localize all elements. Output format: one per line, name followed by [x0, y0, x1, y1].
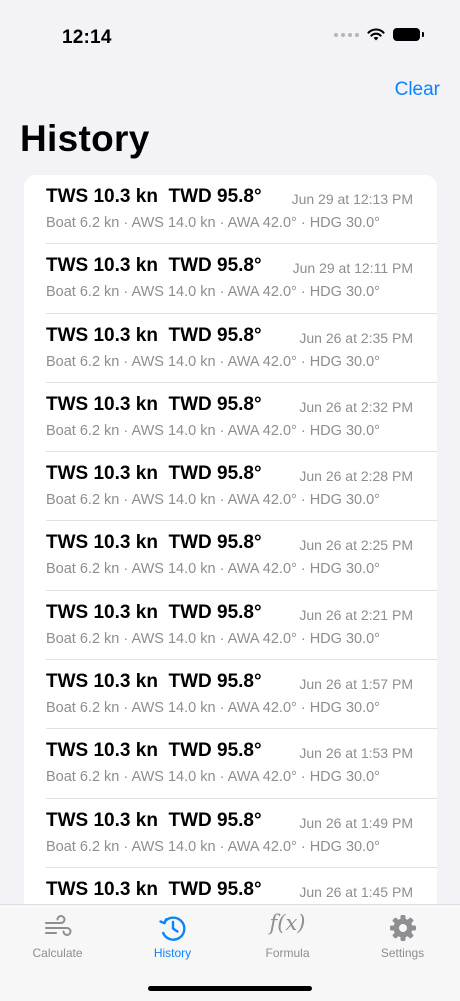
- tab-label: Calculate: [32, 946, 83, 960]
- history-row[interactable]: TWS 10.3 kn TWD 95.8° Jun 26 at 1:49 PM …: [24, 799, 437, 869]
- history-row-date: Jun 26 at 1:53 PM: [299, 745, 413, 762]
- history-row-subtitle: Boat 6.2 kn · AWS 14.0 kn · AWA 42.0° · …: [46, 422, 380, 439]
- cellular-signal-icon: [334, 32, 359, 37]
- history-row-title: TWS 10.3 kn TWD 95.8°: [46, 601, 262, 623]
- history-row[interactable]: TWS 10.3 kn TWD 95.8° Jun 26 at 1:53 PM …: [24, 729, 437, 799]
- history-row-subtitle: Boat 6.2 kn · AWS 14.0 kn · AWA 42.0° · …: [46, 284, 380, 301]
- history-row-date: Jun 29 at 12:13 PM: [291, 191, 413, 207]
- history-row-title: TWS 10.3 kn TWD 95.8°: [46, 393, 262, 415]
- history-row-date: Jun 26 at 2:21 PM: [299, 606, 413, 623]
- history-row-title: TWS 10.3 kn TWD 95.8°: [46, 463, 262, 485]
- history-row-subtitle: Boat 6.2 kn · AWS 14.0 kn · AWA 42.0° · …: [46, 700, 380, 717]
- history-row[interactable]: TWS 10.3 kn TWD 95.8° Jun 29 at 12:11 PM…: [24, 244, 437, 314]
- history-list[interactable]: TWS 10.3 kn TWD 95.8° Jun 29 at 12:13 PM…: [24, 175, 437, 915]
- status-bar: 12:14: [0, 0, 460, 60]
- tab-history[interactable]: History: [115, 905, 230, 975]
- history-row[interactable]: TWS 10.3 kn TWD 95.8° Jun 26 at 2:35 PM …: [24, 314, 437, 384]
- tab-settings[interactable]: Settings: [345, 905, 460, 975]
- status-time: 12:14: [62, 27, 112, 48]
- tab-calculate[interactable]: Calculate: [0, 905, 115, 975]
- battery-icon: [393, 28, 424, 41]
- history-row[interactable]: TWS 10.3 kn TWD 95.8° Jun 26 at 1:57 PM …: [24, 660, 437, 730]
- history-row-subtitle: Boat 6.2 kn · AWS 14.0 kn · AWA 42.0° · …: [46, 769, 380, 786]
- history-row-title: TWS 10.3 kn TWD 95.8°: [46, 186, 262, 207]
- status-icons: [334, 28, 424, 41]
- history-row-date: Jun 26 at 2:35 PM: [299, 329, 413, 346]
- history-row-subtitle: Boat 6.2 kn · AWS 14.0 kn · AWA 42.0° · …: [46, 492, 380, 509]
- history-row-title: TWS 10.3 kn TWD 95.8°: [46, 878, 262, 900]
- history-row[interactable]: TWS 10.3 kn TWD 95.8° Jun 26 at 2:32 PM …: [24, 383, 437, 453]
- tab-label: Formula: [265, 946, 310, 960]
- history-row-date: Jun 26 at 1:49 PM: [299, 814, 413, 831]
- history-row-title: TWS 10.3 kn TWD 95.8°: [46, 324, 262, 346]
- clear-button[interactable]: Clear: [395, 79, 440, 101]
- clock-history-icon: [158, 916, 185, 941]
- history-row[interactable]: TWS 10.3 kn TWD 95.8° Jun 26 at 2:28 PM …: [24, 452, 437, 522]
- function-icon: f(x): [269, 911, 306, 935]
- history-row-subtitle: Boat 6.2 kn · AWS 14.0 kn · AWA 42.0° · …: [46, 630, 380, 647]
- history-row[interactable]: TWS 10.3 kn TWD 95.8° Jun 26 at 2:25 PM …: [24, 521, 437, 592]
- history-row-title: TWS 10.3 kn TWD 95.8°: [46, 671, 262, 693]
- history-row-subtitle: Boat 6.2 kn · AWS 14.0 kn · AWA 42.0° · …: [46, 561, 380, 578]
- tab-label: History: [153, 946, 192, 960]
- history-row-subtitle: Boat 6.2 kn · AWS 14.0 kn · AWA 42.0° · …: [46, 838, 380, 855]
- gear-icon: [389, 915, 416, 941]
- history-row-title: TWS 10.3 kn TWD 95.8°: [46, 255, 262, 277]
- tab-bar: Calculate History f(x) Formula Settings: [0, 904, 460, 1001]
- home-indicator: [148, 986, 312, 991]
- history-row-date: Jun 26 at 2:32 PM: [299, 398, 413, 415]
- history-row[interactable]: TWS 10.3 kn TWD 95.8° Jun 26 at 2:21 PM …: [24, 591, 437, 661]
- history-row-date: Jun 26 at 1:45 PM: [299, 883, 413, 900]
- history-row-title: TWS 10.3 kn TWD 95.8°: [46, 532, 262, 554]
- page-title: History: [20, 118, 150, 159]
- history-row[interactable]: TWS 10.3 kn TWD 95.8° Jun 29 at 12:13 PM…: [24, 175, 437, 245]
- wifi-icon: [367, 28, 385, 41]
- history-row-title: TWS 10.3 kn TWD 95.8°: [46, 740, 262, 762]
- history-row-date: Jun 26 at 1:57 PM: [299, 676, 413, 693]
- history-row-title: TWS 10.3 kn TWD 95.8°: [46, 809, 262, 831]
- tab-label: Settings: [380, 946, 425, 960]
- wind-icon: [44, 915, 71, 936]
- tab-formula[interactable]: f(x) Formula: [230, 905, 345, 975]
- history-row-subtitle: Boat 6.2 kn · AWS 14.0 kn · AWA 42.0° · …: [46, 215, 380, 231]
- history-row-subtitle: Boat 6.2 kn · AWS 14.0 kn · AWA 42.0° · …: [46, 353, 380, 370]
- history-row-date: Jun 26 at 2:25 PM: [299, 537, 413, 554]
- history-row-date: Jun 29 at 12:11 PM: [292, 260, 413, 277]
- history-row-date: Jun 26 at 2:28 PM: [299, 468, 413, 485]
